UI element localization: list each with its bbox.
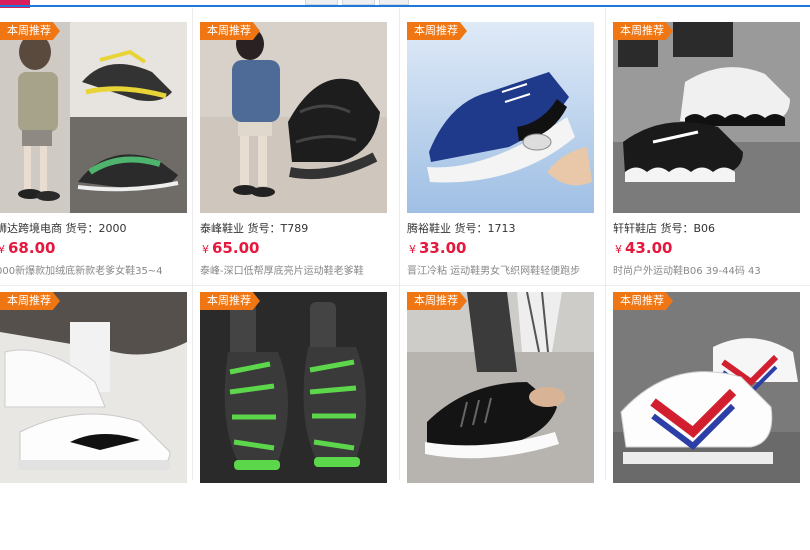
grid-divider — [192, 8, 193, 480]
top-tab[interactable] — [379, 0, 409, 5]
top-tab[interactable] — [305, 0, 338, 5]
recommend-badge: 本周推荐 — [407, 22, 467, 40]
product-price: ¥68.00 — [0, 239, 55, 257]
price-value: 68.00 — [8, 239, 56, 257]
product-card[interactable]: 本周推荐 — [200, 278, 405, 550]
shop-info[interactable]: 狮达跨境电商 货号：2000 — [0, 220, 127, 236]
product-image[interactable] — [200, 22, 387, 213]
currency-symbol: ¥ — [0, 243, 5, 256]
product-image[interactable] — [0, 22, 187, 213]
product-price: ¥65.00 — [202, 239, 259, 257]
shop-info[interactable]: 泰峰鞋业 货号：T789 — [200, 220, 308, 236]
price-value: 65.00 — [212, 239, 260, 257]
grid-divider — [399, 8, 400, 480]
product-card[interactable]: 本周推荐 — [0, 278, 201, 550]
top-divider — [0, 5, 810, 7]
product-title[interactable]: 晋江冷粘 运动鞋男女飞织网鞋轻便跑步 — [407, 262, 580, 277]
product-image[interactable] — [200, 292, 387, 483]
product-price: ¥33.00 — [409, 239, 466, 257]
recommend-badge: 本周推荐 — [0, 22, 60, 40]
recommend-badge: 本周推荐 — [200, 22, 260, 40]
grid-divider — [0, 285, 810, 286]
recommend-badge: 本周推荐 — [407, 292, 467, 310]
recommend-badge: 本周推荐 — [613, 22, 673, 40]
product-card[interactable]: 本周推荐 狮达跨境电商 货号：2000 ¥68.00 000新爆款加绒底新款老爹… — [0, 8, 201, 280]
product-card[interactable]: 本周推荐 — [407, 278, 612, 550]
product-image[interactable] — [613, 22, 800, 213]
shop-info[interactable]: 轩轩鞋店 货号：B06 — [613, 220, 715, 236]
price-value: 43.00 — [625, 239, 673, 257]
product-price: ¥43.00 — [615, 239, 672, 257]
product-image[interactable] — [0, 292, 187, 483]
grid-divider — [605, 8, 606, 480]
product-image[interactable] — [613, 292, 800, 483]
top-tab[interactable] — [342, 0, 375, 5]
shop-info[interactable]: 腾裕鞋业 货号：1713 — [407, 220, 516, 236]
product-image[interactable] — [407, 22, 594, 213]
product-card[interactable]: 本周推荐 轩轩鞋店 货号：B06 ¥43.00 时尚户外运动鞋B06 39-44… — [613, 8, 810, 280]
product-image[interactable] — [407, 292, 594, 483]
product-card[interactable]: 本周推荐 泰峰鞋业 货号：T789 ¥65.00 泰峰-深口低帮厚底亮片运动鞋老… — [200, 8, 405, 280]
product-title[interactable]: 000新爆款加绒底新款老爹女鞋35~4 — [0, 262, 163, 277]
currency-symbol: ¥ — [615, 243, 622, 256]
product-title[interactable]: 泰峰-深口低帮厚底亮片运动鞋老爹鞋 — [200, 262, 364, 277]
recommend-badge: 本周推荐 — [613, 292, 673, 310]
product-card[interactable]: 本周推荐 — [613, 278, 810, 550]
product-title[interactable]: 时尚户外运动鞋B06 39-44码 43 — [613, 262, 761, 277]
product-card[interactable]: 本周推荐 腾裕鞋业 货号：1713 ¥33.00 晋江冷粘 运动鞋男女飞织网鞋轻… — [407, 8, 612, 280]
price-value: 33.00 — [419, 239, 467, 257]
recommend-badge: 本周推荐 — [0, 292, 60, 310]
currency-symbol: ¥ — [202, 243, 209, 256]
top-bar — [0, 0, 810, 8]
product-grid: 本周推荐 狮达跨境电商 货号：2000 ¥68.00 000新爆款加绒底新款老爹… — [0, 8, 810, 550]
recommend-badge: 本周推荐 — [200, 292, 260, 310]
currency-symbol: ¥ — [409, 243, 416, 256]
